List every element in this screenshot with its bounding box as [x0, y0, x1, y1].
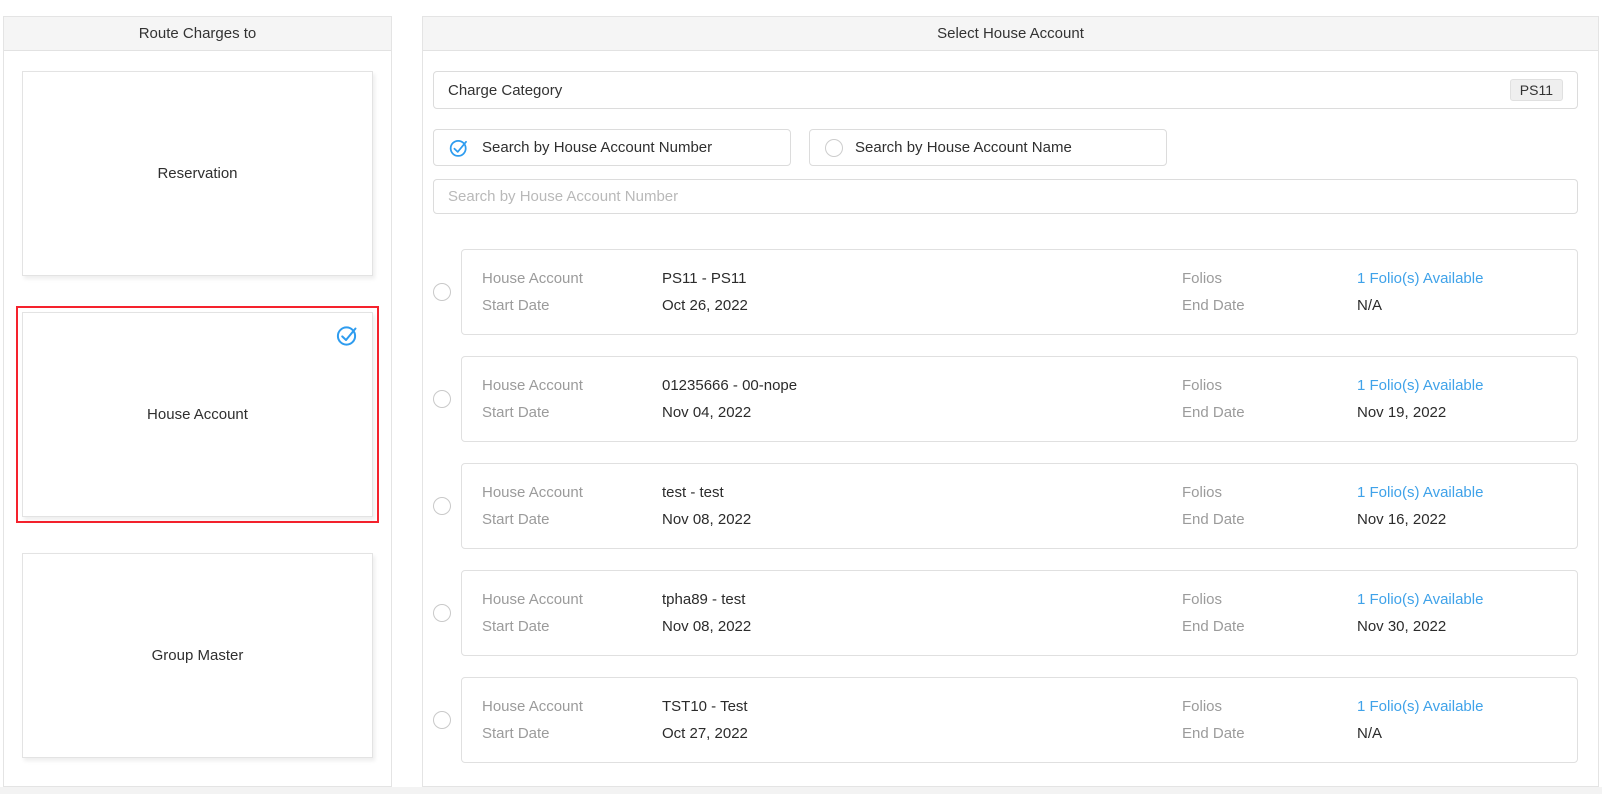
house-account-card[interactable]: House Account test - test Folios 1 Folio… [461, 463, 1578, 549]
select-house-account-body: Charge Category PS11 Search by Hous [423, 51, 1598, 763]
folios-label: Folios [1182, 270, 1357, 287]
charge-category-field[interactable]: Charge Category PS11 [433, 71, 1578, 109]
route-options-list: Reservation House Account [4, 51, 391, 764]
end-date-value: N/A [1357, 725, 1557, 742]
start-date-label: Start Date [482, 297, 662, 314]
end-date-value: Nov 19, 2022 [1357, 404, 1557, 421]
route-charges-page: Route Charges to Reservation [0, 0, 1602, 794]
folios-label: Folios [1182, 377, 1357, 394]
route-charges-title: Route Charges to [139, 25, 257, 42]
route-charges-panel: Route Charges to Reservation [3, 16, 392, 787]
house-account-row: House Account tpha89 - test Folios 1 Fol… [433, 570, 1578, 656]
charge-category-value-chip: PS11 [1510, 79, 1563, 101]
house-account-card[interactable]: House Account 01235666 - 00-nope Folios … [461, 356, 1578, 442]
route-charges-header: Route Charges to [4, 17, 391, 51]
end-date-label: End Date [1182, 404, 1357, 421]
end-date-label: End Date [1182, 618, 1357, 635]
folios-available-link[interactable]: 1 Folio(s) Available [1357, 484, 1557, 501]
search-mode-label: Search by House Account Name [855, 139, 1072, 156]
search-mode-option[interactable]: Search by House Account Name [809, 129, 1167, 166]
end-date-value: Nov 16, 2022 [1357, 511, 1557, 528]
folios-label: Folios [1182, 591, 1357, 608]
house-account-label: House Account [482, 377, 662, 394]
folios-label: Folios [1182, 484, 1357, 501]
route-option-wrap: Reservation [16, 65, 379, 282]
end-date-value: Nov 30, 2022 [1357, 618, 1557, 635]
row-radio-button[interactable] [433, 283, 451, 301]
route-option-label: Group Master [152, 647, 244, 664]
house-account-label: House Account [482, 698, 662, 715]
end-date-label: End Date [1182, 725, 1357, 742]
start-date-value: Oct 26, 2022 [662, 297, 1182, 314]
search-mode-options: Search by House Account Number Search by… [433, 129, 1578, 166]
end-date-label: End Date [1182, 297, 1357, 314]
house-account-value: PS11 - PS11 [662, 270, 1182, 287]
start-date-value: Nov 08, 2022 [662, 618, 1182, 635]
house-account-value: TST10 - Test [662, 698, 1182, 715]
house-account-value: test - test [662, 484, 1182, 501]
house-account-value: tpha89 - test [662, 591, 1182, 608]
house-account-card[interactable]: House Account TST10 - Test Folios 1 Foli… [461, 677, 1578, 763]
route-option-card[interactable]: Group Master [22, 553, 373, 758]
select-house-account-header: Select House Account [423, 17, 1598, 51]
route-option-wrap: Group Master [16, 547, 379, 764]
house-account-row: House Account 01235666 - 00-nope Folios … [433, 356, 1578, 442]
house-account-label: House Account [482, 484, 662, 501]
row-radio-button[interactable] [433, 711, 451, 729]
charge-category-label: Charge Category [448, 82, 562, 99]
house-account-row: House Account test - test Folios 1 Folio… [433, 463, 1578, 549]
select-house-account-title: Select House Account [937, 25, 1084, 42]
search-mode-label: Search by House Account Number [482, 139, 712, 156]
row-radio-button[interactable] [433, 497, 451, 515]
house-account-card[interactable]: House Account PS11 - PS11 Folios 1 Folio… [461, 249, 1578, 335]
folios-available-link[interactable]: 1 Folio(s) Available [1357, 591, 1557, 608]
check-circle-icon [449, 137, 470, 158]
folios-available-link[interactable]: 1 Folio(s) Available [1357, 377, 1557, 394]
start-date-value: Nov 04, 2022 [662, 404, 1182, 421]
check-circle-icon [336, 323, 360, 347]
house-account-card[interactable]: House Account tpha89 - test Folios 1 Fol… [461, 570, 1578, 656]
route-option-card[interactable]: House Account [22, 312, 373, 517]
end-date-value: N/A [1357, 297, 1557, 314]
house-account-value: 01235666 - 00-nope [662, 377, 1182, 394]
folios-label: Folios [1182, 698, 1357, 715]
route-option-wrap: House Account [16, 306, 379, 523]
house-account-search-input[interactable] [433, 179, 1578, 214]
start-date-label: Start Date [482, 511, 662, 528]
row-radio-button[interactable] [433, 390, 451, 408]
route-option-card[interactable]: Reservation [22, 71, 373, 276]
search-mode-option[interactable]: Search by House Account Number [433, 129, 791, 166]
route-option-label: House Account [147, 406, 248, 423]
house-account-row: House Account PS11 - PS11 Folios 1 Folio… [433, 249, 1578, 335]
radio-circle-icon [825, 139, 843, 157]
page-bottom-strip [0, 787, 1602, 794]
end-date-label: End Date [1182, 511, 1357, 528]
row-radio-button[interactable] [433, 604, 451, 622]
house-account-label: House Account [482, 270, 662, 287]
folios-available-link[interactable]: 1 Folio(s) Available [1357, 698, 1557, 715]
start-date-label: Start Date [482, 618, 662, 635]
start-date-label: Start Date [482, 404, 662, 421]
start-date-value: Nov 08, 2022 [662, 511, 1182, 528]
house-account-label: House Account [482, 591, 662, 608]
start-date-label: Start Date [482, 725, 662, 742]
start-date-value: Oct 27, 2022 [662, 725, 1182, 742]
select-house-account-panel: Select House Account Charge Category PS1… [422, 16, 1599, 787]
house-account-list: House Account PS11 - PS11 Folios 1 Folio… [433, 249, 1578, 763]
house-account-row: House Account TST10 - Test Folios 1 Foli… [433, 677, 1578, 763]
folios-available-link[interactable]: 1 Folio(s) Available [1357, 270, 1557, 287]
route-option-label: Reservation [157, 165, 237, 182]
